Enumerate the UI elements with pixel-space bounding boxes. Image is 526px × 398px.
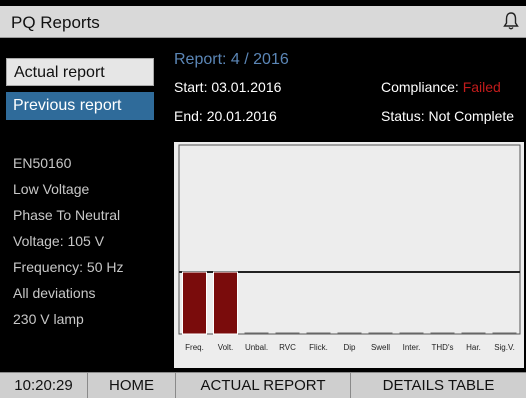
compliance-value: Failed xyxy=(462,79,501,95)
voltage-level-label: Low Voltage xyxy=(13,181,90,197)
report-title: Report: 4 / 2016 xyxy=(174,51,289,68)
compliance-status: Compliance: Failed xyxy=(381,79,501,95)
compliance-chart-svg: Freq. Volt. Unbal. RVC Flick. Dip Swell Inter. T… xyxy=(178,144,521,352)
x-label-unbal: Unbal. xyxy=(245,343,268,352)
bar-volt xyxy=(213,271,238,335)
bar-swell xyxy=(368,332,393,334)
bar-thd-s xyxy=(430,332,455,334)
x-label-inter: Inter. xyxy=(403,343,421,352)
measurement-settings: EN50160 Low Voltage Phase To Neutral Vol… xyxy=(13,154,124,336)
previous-report-button[interactable]: Previous report xyxy=(6,92,154,120)
x-label-sig-v: Sig.V. xyxy=(494,343,515,352)
nominal-voltage-label: Voltage: 105 V xyxy=(13,233,105,249)
bar-dip xyxy=(337,332,362,334)
x-label-rvc: RVC xyxy=(279,343,296,352)
x-label-har: Har. xyxy=(466,343,481,352)
deviations-label: All deviations xyxy=(13,285,96,301)
report-status: Status: Not Complete xyxy=(381,108,515,124)
connection-label: Phase To Neutral xyxy=(13,207,121,223)
actual-report-tab[interactable]: ACTUAL REPORT xyxy=(176,373,351,398)
title-bar: PQ Reports xyxy=(0,6,526,38)
bell-icon[interactable] xyxy=(502,11,520,31)
x-label-dip: Dip xyxy=(343,343,356,352)
bar-freq xyxy=(182,271,207,335)
details-table-button[interactable]: DETAILS TABLE xyxy=(351,373,526,398)
clock: 10:20:29 xyxy=(0,373,88,398)
bar-flick xyxy=(306,332,331,334)
x-label-flick: Flick. xyxy=(309,343,328,352)
x-label-volt: Volt. xyxy=(218,343,234,352)
x-label-swell: Swell xyxy=(371,343,390,352)
main-panel: Actual report Previous report EN50160 Lo… xyxy=(0,38,526,370)
actual-report-button[interactable]: Actual report xyxy=(6,58,154,86)
footer-bar: 10:20:29 HOME ACTUAL REPORT DETAILS TABL… xyxy=(0,372,526,398)
compliance-label: Compliance: xyxy=(381,79,463,95)
report-start: Start: 03.01.2016 xyxy=(174,79,282,95)
compliance-chart: Freq. Volt. Unbal. RVC Flick. Dip Swell Inter. T… xyxy=(174,142,524,368)
app-title: PQ Reports xyxy=(11,13,100,32)
home-button[interactable]: HOME xyxy=(88,373,176,398)
lamp-label: 230 V lamp xyxy=(13,311,84,327)
nominal-frequency-label: Frequency: 50 Hz xyxy=(13,259,124,275)
bar-inter xyxy=(399,332,424,334)
standard-label: EN50160 xyxy=(13,155,72,171)
bar-har xyxy=(461,332,486,334)
x-label-freq: Freq. xyxy=(185,343,204,352)
chart-x-labels: Freq. Volt. Unbal. RVC Flick. Dip Swell Inter. T… xyxy=(185,343,515,352)
bar-rvc xyxy=(275,332,300,334)
chart-bars xyxy=(182,271,517,335)
bar-sig-v xyxy=(492,332,517,334)
report-end: End: 20.01.2016 xyxy=(174,108,277,124)
x-label-thd-s: THD's xyxy=(432,343,454,352)
bar-unbal xyxy=(244,332,269,334)
